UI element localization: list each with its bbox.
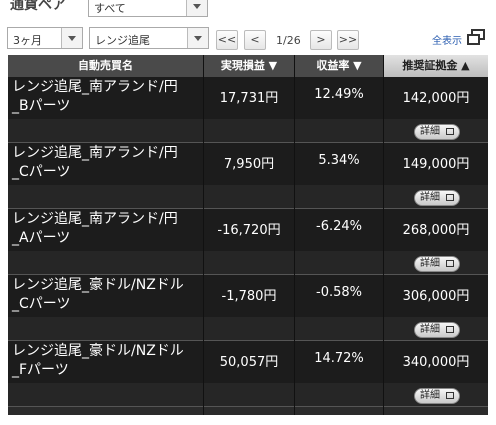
strategy-name[interactable]: レンジ追尾_豪ドル/NZドル _Fパーツ xyxy=(12,342,202,380)
first-page-button[interactable]: << xyxy=(216,30,238,50)
return-rate: -0.58% xyxy=(316,285,362,300)
return-rate: -6.24% xyxy=(316,219,362,234)
currency-pair-value: すべて xyxy=(94,2,126,15)
period-value: 3ヶ月 xyxy=(13,34,42,47)
detail-label: 詳細 xyxy=(420,192,440,203)
currency-pair-select[interactable]: すべて xyxy=(88,0,208,17)
header-return-rate[interactable]: 収益率 ▼ xyxy=(295,55,383,77)
detail-label: 詳細 xyxy=(420,390,440,401)
detail-button[interactable]: 詳細 xyxy=(414,388,460,404)
recommended-margin: 268,000円 xyxy=(402,223,470,238)
table-row: レンジ追尾_豪ドル/NZドル _Cパーツ -1,780円 -0.58% 306,… xyxy=(8,275,488,341)
return-rate: 5.34% xyxy=(318,153,360,168)
realized-profit: 17,731円 xyxy=(219,91,279,106)
detail-label: 詳細 xyxy=(420,324,440,335)
next-page-button[interactable]: > xyxy=(310,30,332,50)
detail-button[interactable]: 詳細 xyxy=(414,124,460,140)
chevron-down-icon xyxy=(61,28,82,48)
window-icon xyxy=(446,326,454,333)
recommended-margin: 149,000円 xyxy=(402,157,470,172)
window-icon xyxy=(446,260,454,267)
table-header: 自動売買名 実現損益 ▼ 収益率 ▼ 推奨証拠金 ▲ xyxy=(8,55,488,77)
table-row: レンジ追尾_南アランド/円 _Cパーツ 7,950円 5.34% 149,000… xyxy=(8,143,488,209)
detail-label: 詳細 xyxy=(420,126,440,137)
strategy-name[interactable]: レンジ追尾_南アランド/円 _Aパーツ xyxy=(12,210,202,248)
window-icon xyxy=(446,392,454,399)
window-icon xyxy=(446,128,454,135)
last-page-button[interactable]: >> xyxy=(337,30,359,50)
return-rate: 14.72% xyxy=(314,351,364,366)
window-icon xyxy=(446,194,454,201)
return-rate: 12.49% xyxy=(314,87,364,102)
header-recommended-margin[interactable]: 推奨証拠金 ▲ xyxy=(384,55,488,77)
type-select[interactable]: レンジ追尾 xyxy=(89,27,209,49)
recommended-margin: 340,000円 xyxy=(402,355,470,370)
header-strategy-name[interactable]: 自動売買名 xyxy=(8,55,203,77)
realized-profit: 50,057円 xyxy=(219,355,279,370)
type-value: レンジ追尾 xyxy=(95,34,150,47)
prev-page-button[interactable]: < xyxy=(244,30,266,50)
table-row: レンジ追尾_豪ドル/NZドル _Fパーツ 50,057円 14.72% 340,… xyxy=(8,341,488,407)
show-all-link[interactable]: 全表示 xyxy=(432,32,462,47)
detail-button[interactable]: 詳細 xyxy=(414,322,460,338)
chevron-down-icon xyxy=(187,28,208,48)
table-row: レンジ追尾_南アランド/円 _Bパーツ 17,731円 12.49% 142,0… xyxy=(8,77,488,143)
detail-label: 詳細 xyxy=(420,258,440,269)
detail-button[interactable]: 詳細 xyxy=(414,190,460,206)
strategy-name[interactable]: レンジ追尾_豪ドル/NZドル _Cパーツ xyxy=(12,276,202,314)
table-row: レンジ追尾_南アランド/円 _Aパーツ -16,720円 -6.24% 268,… xyxy=(8,209,488,275)
header-realized-profit[interactable]: 実現損益 ▼ xyxy=(204,55,294,77)
page-indicator: 1/26 xyxy=(276,34,301,47)
recommended-margin: 306,000円 xyxy=(402,289,470,304)
chevron-down-icon xyxy=(186,0,207,16)
realized-profit: 7,950円 xyxy=(223,157,275,172)
strategy-table: 自動売買名 実現損益 ▼ 収益率 ▼ 推奨証拠金 ▲ レンジ追尾_南アランド/円… xyxy=(8,55,488,415)
period-select[interactable]: 3ヶ月 xyxy=(7,27,83,49)
expand-icon[interactable] xyxy=(467,29,485,45)
realized-profit: -1,780円 xyxy=(221,289,277,304)
strategy-name[interactable]: レンジ追尾_南アランド/円 _Cパーツ xyxy=(12,144,202,182)
currency-pair-label: 通貨ペア xyxy=(10,0,66,13)
strategy-name[interactable]: レンジ追尾_南アランド/円 _Bパーツ xyxy=(12,78,202,116)
recommended-margin: 142,000円 xyxy=(402,91,470,106)
detail-button[interactable]: 詳細 xyxy=(414,256,460,272)
realized-profit: -16,720円 xyxy=(217,223,281,238)
